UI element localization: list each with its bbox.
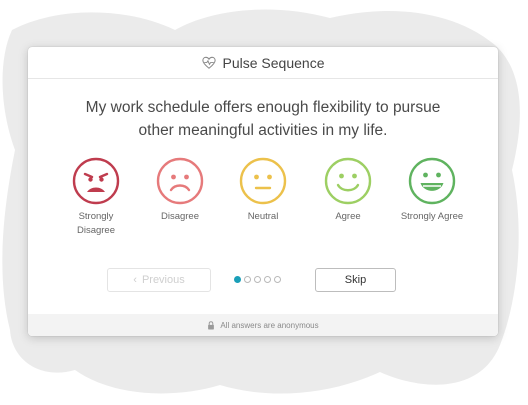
rating-neutral[interactable]: Neutral: [223, 157, 303, 224]
rating-strongly-agree[interactable]: Strongly Agree: [392, 157, 472, 224]
rating-label: Strongly Agree: [400, 211, 464, 222]
survey-question: My work schedule offers enough flexibili…: [85, 99, 441, 139]
rating-label: Disagree: [160, 211, 200, 222]
survey-card: Pulse Sequence My work schedule offers e…: [28, 47, 498, 336]
previous-button[interactable]: ‹ Previous: [107, 268, 211, 292]
sad-face-icon: [156, 157, 204, 205]
card-footer: All answers are anonymous: [28, 314, 498, 336]
grin-face-icon: [408, 157, 456, 205]
angry-face-icon: [72, 157, 120, 205]
progress-dot-5: [274, 276, 281, 283]
progress-dots: [234, 276, 281, 283]
progress-dot-1: [234, 276, 241, 283]
progress-dot-3: [254, 276, 261, 283]
rating-disagree[interactable]: Disagree: [140, 157, 220, 224]
rating-strongly-disagree[interactable]: Strongly Disagree: [56, 157, 136, 238]
anonymity-note: All answers are anonymous: [220, 320, 319, 330]
smile-face-icon: [324, 157, 372, 205]
previous-button-label: Previous: [141, 274, 185, 286]
rating-scale: Strongly Disagree Disagree Neutral Agree…: [28, 157, 498, 247]
rating-label: Neutral: [247, 211, 279, 222]
skip-button[interactable]: Skip: [315, 268, 396, 292]
heart-pulse-icon: [201, 56, 216, 70]
chevron-left-icon: ‹: [133, 274, 137, 286]
lock-icon: [207, 320, 215, 330]
card-title: Pulse Sequence: [222, 54, 325, 71]
rating-label: Strongly Disagree: [76, 211, 116, 236]
rating-label: Agree: [335, 211, 361, 222]
progress-dot-2: [244, 276, 251, 283]
neutral-face-icon: [239, 157, 287, 205]
card-header: Pulse Sequence: [28, 47, 498, 79]
progress-dot-4: [264, 276, 271, 283]
rating-agree[interactable]: Agree: [308, 157, 388, 224]
navigation-row: ‹ Previous Skip: [28, 268, 498, 294]
